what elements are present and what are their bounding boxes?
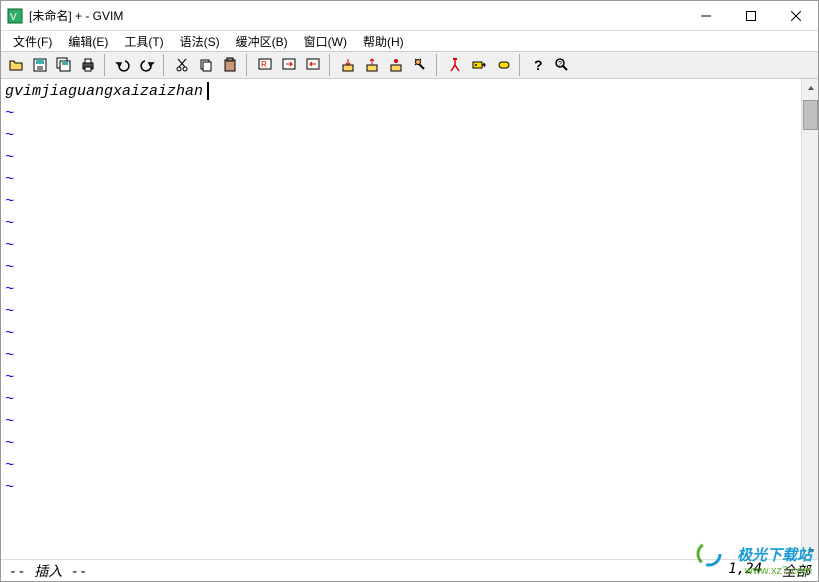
menu-edit[interactable]: 编辑(E)	[60, 31, 116, 52]
empty-line-tilde: ~	[5, 169, 797, 191]
empty-line-tilde: ~	[5, 191, 797, 213]
editor: gvimjiaguangxaizaizhan ~~~~~~~~~~~~~~~~~…	[1, 79, 818, 559]
empty-line-tilde: ~	[5, 477, 797, 499]
close-button[interactable]	[773, 1, 818, 30]
toolbar-separator	[436, 54, 442, 76]
empty-line-tilde: ~	[5, 279, 797, 301]
menu-help[interactable]: 帮助(H)	[355, 31, 412, 52]
menu-syntax[interactable]: 语法(S)	[172, 31, 228, 52]
empty-line-tilde: ~	[5, 125, 797, 147]
findnext-icon[interactable]	[278, 54, 300, 76]
tagjump-icon[interactable]	[468, 54, 490, 76]
text-area[interactable]: gvimjiaguangxaizaizhan ~~~~~~~~~~~~~~~~~…	[1, 79, 801, 559]
redo-icon[interactable]	[136, 54, 158, 76]
toolbar-separator	[329, 54, 335, 76]
open-icon[interactable]	[5, 54, 27, 76]
print-icon[interactable]	[77, 54, 99, 76]
loadsession-icon[interactable]	[337, 54, 359, 76]
runscript-icon[interactable]	[385, 54, 407, 76]
empty-line-tilde: ~	[5, 455, 797, 477]
empty-line-tilde: ~	[5, 323, 797, 345]
text-line: gvimjiaguangxaizaizhan	[5, 81, 797, 103]
empty-line-tilde: ~	[5, 367, 797, 389]
save-icon[interactable]	[29, 54, 51, 76]
toolbar-separator	[104, 54, 110, 76]
svg-text:V: V	[10, 12, 17, 23]
menu-tools[interactable]: 工具(T)	[116, 31, 171, 52]
svg-text:?: ?	[534, 57, 543, 73]
saveall-icon[interactable]	[53, 54, 75, 76]
svg-text:?: ?	[558, 61, 562, 68]
scroll-down-icon[interactable]	[803, 542, 818, 559]
window-controls	[683, 1, 818, 30]
menubar: 文件(F) 编辑(E) 工具(T) 语法(S) 缓冲区(B) 窗口(W) 帮助(…	[1, 31, 818, 51]
cut-icon[interactable]	[171, 54, 193, 76]
empty-line-tilde: ~	[5, 257, 797, 279]
vertical-scrollbar[interactable]	[801, 79, 818, 559]
status-position: 1,24	[728, 561, 762, 581]
findprev-icon[interactable]	[302, 54, 324, 76]
menu-buffers[interactable]: 缓冲区(B)	[228, 31, 296, 52]
empty-line-tilde: ~	[5, 345, 797, 367]
empty-line-tilde: ~	[5, 411, 797, 433]
toolbar: R ? ?	[1, 51, 818, 79]
empty-line-tilde: ~	[5, 103, 797, 125]
empty-line-tilde: ~	[5, 213, 797, 235]
menu-window[interactable]: 窗口(W)	[296, 31, 355, 52]
menu-file[interactable]: 文件(F)	[5, 31, 60, 52]
scroll-up-icon[interactable]	[803, 79, 818, 96]
replace-icon[interactable]: R	[254, 54, 276, 76]
titlebar: V [未命名] + - GVIM	[1, 1, 818, 31]
help-icon[interactable]: ?	[527, 54, 549, 76]
savesession-icon[interactable]	[361, 54, 383, 76]
copy-icon[interactable]	[195, 54, 217, 76]
svg-text:R: R	[261, 60, 267, 69]
scroll-thumb[interactable]	[803, 100, 818, 130]
window-title: [未命名] + - GVIM	[29, 7, 123, 24]
window: V [未命名] + - GVIM 文件(F) 编辑(E) 工具(T) 语法(S)…	[0, 0, 819, 582]
toolbar-separator	[163, 54, 169, 76]
minimize-button[interactable]	[683, 1, 728, 30]
empty-line-tilde: ~	[5, 389, 797, 411]
toolbar-separator	[519, 54, 525, 76]
ctags-icon[interactable]	[444, 54, 466, 76]
watermark-logo-icon	[695, 540, 723, 571]
status-mode: -- 插入 --	[9, 561, 88, 581]
empty-line-tilde: ~	[5, 235, 797, 257]
make-icon[interactable]	[409, 54, 431, 76]
tagback-icon[interactable]	[492, 54, 514, 76]
empty-line-tilde: ~	[5, 147, 797, 169]
empty-line-tilde: ~	[5, 433, 797, 455]
paste-icon[interactable]	[219, 54, 241, 76]
app-icon: V	[7, 8, 23, 24]
toolbar-separator	[246, 54, 252, 76]
maximize-button[interactable]	[728, 1, 773, 30]
findhelp-icon[interactable]: ?	[551, 54, 573, 76]
status-percent: 全部	[782, 561, 810, 581]
empty-line-tilde: ~	[5, 301, 797, 323]
text-cursor	[207, 82, 209, 100]
undo-icon[interactable]	[112, 54, 134, 76]
